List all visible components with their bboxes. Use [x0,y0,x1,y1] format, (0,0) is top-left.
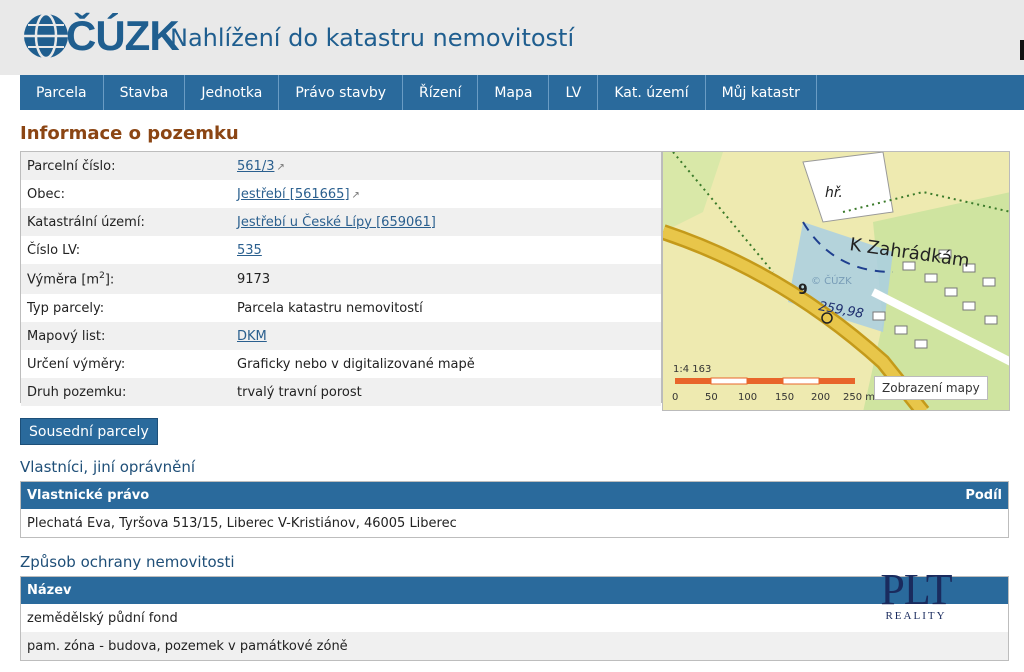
nav-stavba[interactable]: Stavba [104,75,186,110]
owners-title: Vlastníci, jiní oprávnění [20,458,196,476]
info-row: Výměra [m2]: 9173 [21,264,661,294]
nav-kat-uzemi[interactable]: Kat. území [598,75,706,110]
watermark-logo: PLT [880,565,952,614]
column-header-share: Podíl [965,488,1002,503]
parcel-number-link[interactable]: 561/3 [237,159,274,174]
table-row: zemědělský půdní fond [21,604,1008,632]
municipality-link[interactable]: Jestřebí [561665] [237,187,350,202]
map-canvas: hř. K Zahrádkám 9 259,98 © ČÚZK 1:4 163 … [663,152,1009,410]
info-label: Číslo LV: [27,242,81,258]
scale-bar [675,377,855,385]
protection-title: Způsob ochrany nemovitosti [20,553,235,571]
protection-name: zemědělský půdní fond [27,610,178,626]
external-link-icon[interactable]: ↗ [352,190,360,201]
info-row: Obec: Jestřebí [561665] ↗ [21,180,661,208]
neighbor-parcels-button[interactable]: Sousední parcely [20,418,158,445]
info-row: Číslo LV: 535 [21,236,661,264]
info-label: Katastrální území: [27,214,145,230]
page-title: Informace o pozemku [20,123,239,144]
page-header: ČÚZK Nahlížení do katastru nemovitostí [0,0,1024,75]
info-label: Druh pozemku: [27,384,127,400]
globe-icon [24,12,68,60]
info-row: Mapový list: DKM [21,322,661,350]
map-copyright: © ČÚZK [811,274,852,287]
protection-table-header: Název [21,577,1008,604]
table-row: pam. zóna - budova, pozemek v památkové … [21,632,1008,660]
cuzk-logo[interactable]: ČÚZK [22,10,180,62]
external-link-icon[interactable]: ↗ [276,162,284,173]
app-title: Nahlížení do katastru nemovitostí [170,24,575,52]
info-value: DKM [237,329,267,344]
area-value: 9173 [237,271,271,287]
info-value: Jestřebí [561665] ↗ [237,187,360,202]
nav-parcela[interactable]: Parcela [20,75,104,110]
nav-pravo-stavby[interactable]: Právo stavby [279,75,403,110]
map-building-label: hř. [825,185,843,201]
nav-muj-katastr[interactable]: Můj katastr [706,75,817,110]
info-value: 535 [237,243,262,258]
info-row: Parcelní číslo: 561/3 ↗ [21,152,661,180]
show-map-button[interactable]: Zobrazení mapy [874,376,988,400]
land-type-value: trvalý travní porost [237,384,362,400]
nav-rizeni[interactable]: Řízení [403,75,479,110]
logo-text: ČÚZK [66,12,180,59]
info-label: Mapový list: [27,328,106,344]
info-row: Určení výměry: Graficky nebo v digitaliz… [21,350,661,378]
info-row: Typ parcely: Parcela katastru nemovitost… [21,294,661,322]
info-label: Obec: [27,186,66,202]
corner-mark [1020,40,1024,60]
table-row: Plechatá Eva, Tyršova 513/15, Liberec V-… [21,509,1008,537]
info-label: Typ parcely: [27,300,105,316]
info-row: Katastrální území: Jestřebí u České Lípy… [21,208,661,236]
map-parcel-label: 9 [798,282,808,298]
lv-number-link[interactable]: 535 [237,243,262,258]
info-row: Druh pozemku: trvalý travní porost [21,378,661,406]
nav-lv[interactable]: LV [549,75,599,110]
owners-table-header: Vlastnické právo Podíl [21,482,1008,509]
scale-tick: 250 m [843,392,875,403]
scale-tick: 0 [672,392,678,403]
parcel-type-value: Parcela katastru nemovitostí [237,300,423,316]
cadastral-area-link[interactable]: Jestřebí u České Lípy [659061] [237,215,436,230]
map-sheet-link[interactable]: DKM [237,329,267,344]
owner-name: Plechatá Eva, Tyršova 513/15, Liberec V-… [27,515,457,531]
parcel-info-table: Parcelní číslo: 561/3 ↗ Obec: Jestřebí [5… [20,151,662,406]
scale-tick: 100 [738,392,757,403]
scale-tick: 150 [775,392,794,403]
column-header-ownership: Vlastnické právo [27,488,150,503]
area-method-value: Graficky nebo v digitalizované mapě [237,356,475,372]
info-value: Jestřebí u České Lípy [659061] [237,215,436,230]
scale-tick: 200 [811,392,830,403]
info-value: 561/3 ↗ [237,159,285,174]
protection-table: Název zemědělský půdní fond pam. zóna - … [20,576,1009,661]
owners-table: Vlastnické právo Podíl Plechatá Eva, Tyr… [20,481,1009,538]
protection-name: pam. zóna - budova, pozemek v památkové … [27,638,348,654]
nav-jednotka[interactable]: Jednotka [185,75,280,110]
area-label-prefix: Výměra [m [27,272,100,288]
map-preview[interactable]: hř. K Zahrádkám 9 259,98 © ČÚZK 1:4 163 … [662,151,1010,411]
column-header-name: Název [27,583,72,598]
plt-reality-watermark: PLT REALITY [866,565,966,623]
nav-mapa[interactable]: Mapa [478,75,550,110]
area-label-suffix: ]: [104,272,115,288]
map-scale-label: 1:4 163 [673,364,711,375]
info-label: Parcelní číslo: [27,158,116,174]
scale-tick: 50 [705,392,718,403]
info-label: Výměra [m2]: [21,271,237,287]
main-nav: Parcela Stavba Jednotka Právo stavby Říz… [20,75,1024,110]
info-label: Určení výměry: [27,356,126,372]
